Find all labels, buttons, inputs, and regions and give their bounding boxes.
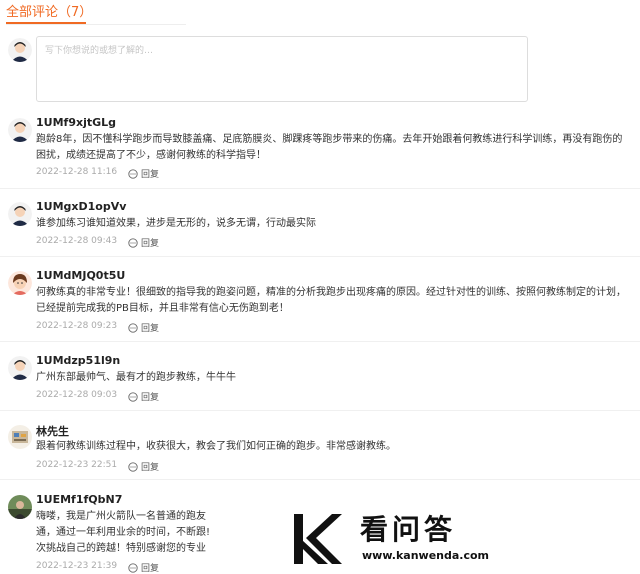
comment-bubble-icon <box>128 322 138 333</box>
watermark-url: www.kanwenda.com <box>362 549 489 562</box>
comment-meta: 2022-12-23 21:39 回复 <box>36 561 159 574</box>
active-tab-indicator <box>6 22 86 24</box>
comment-input[interactable] <box>36 36 528 102</box>
comment-item: 1UMdzp51l9n 广州东部最帅气、最有才的跑步教练，牛牛牛 2022-12… <box>0 354 640 411</box>
comment-composer <box>6 36 530 104</box>
comment-author[interactable]: 林先生 <box>36 423 69 439</box>
user-avatar <box>8 356 32 380</box>
comment-text: 嗨喽，我是广州火箭队一名普通的跑友 通，通过一年利用业余的时间，不断跟! 次挑战… <box>36 511 211 554</box>
comment-meta: 2022-12-28 09:23 回复 <box>36 321 159 334</box>
watermark-title: 看问答 <box>360 513 457 546</box>
comment-bubble-icon <box>128 168 138 179</box>
comment-bubble-icon <box>128 391 138 402</box>
comment-bubble-icon <box>128 237 138 248</box>
comment-text: 谁参加练习谁知道效果，进步是无形的，说多无谓，行动最实际 <box>36 218 316 229</box>
comment-author[interactable]: 1UMf9xjtGLg <box>36 116 116 129</box>
watermark: 看问答 www.kanwenda.com <box>286 496 640 572</box>
comment-author[interactable]: 1UMdzp51l9n <box>36 354 120 367</box>
comment-text: 跑龄8年，因不懂科学跑步而导致膝盖痛、足底筋膜炎、脚踝疼等跑步带来的伤痛。去年开… <box>36 134 623 161</box>
comment-time: 2022-12-28 11:16 <box>36 167 118 177</box>
comment-item: 1UMf9xjtGLg 跑龄8年，因不懂科学跑步而导致膝盖痛、足底筋膜炎、脚踝疼… <box>0 116 640 189</box>
reply-button[interactable]: 回复 <box>128 561 159 574</box>
reply-button[interactable]: 回复 <box>128 167 159 180</box>
comment-time: 2022-12-23 22:51 <box>36 460 118 470</box>
reply-label: 回复 <box>141 393 160 403</box>
comment-bubble-icon <box>128 461 138 472</box>
reply-label: 回复 <box>141 324 160 334</box>
reply-button[interactable]: 回复 <box>128 236 159 249</box>
comment-time: 2022-12-28 09:43 <box>36 236 118 246</box>
comment-meta: 2022-12-28 11:16 回复 <box>36 167 159 180</box>
comment-bubble-icon <box>128 562 138 573</box>
current-user-avatar <box>8 38 32 62</box>
comment-meta: 2022-12-28 09:43 回复 <box>36 236 159 249</box>
comment-item: 1UMgxD1opVv 谁参加练习谁知道效果，进步是无形的，说多无谓，行动最实际… <box>0 200 640 257</box>
user-avatar <box>8 495 32 519</box>
comment-item: 林先生 跟着何教练训练过程中，收获很大，教会了我们如何正确的跑步。非常感谢教练。… <box>0 423 640 480</box>
user-avatar <box>8 271 32 295</box>
comment-author[interactable]: 1UEMf1fQbN7 <box>36 493 122 506</box>
comment-text: 跟着何教练训练过程中，收获很大，教会了我们如何正确的跑步。非常感谢教练。 <box>36 441 396 452</box>
reply-button[interactable]: 回复 <box>128 460 159 473</box>
reply-label: 回复 <box>141 463 160 473</box>
comment-author[interactable]: 1UMgxD1opVv <box>36 200 126 213</box>
comment-meta: 2022-12-28 09:03 回复 <box>36 390 159 403</box>
kanwenda-logo-icon <box>294 514 342 564</box>
comment-author[interactable]: 1UMdMJQ0t5U <box>36 269 125 282</box>
reply-label: 回复 <box>141 239 160 249</box>
comment-tabs: 全部评论（7） <box>6 4 186 25</box>
comment-meta: 2022-12-23 22:51 回复 <box>36 460 159 473</box>
comment-item: 1UMdMJQ0t5U 何教练真的非常专业！很细致的指导我的跑姿问题，精准的分析… <box>0 269 640 342</box>
user-avatar <box>8 118 32 142</box>
comment-text: 何教练真的非常专业！很细致的指导我的跑姿问题，精准的分析我跑步出现疼痛的原因。经… <box>36 287 626 314</box>
reply-label: 回复 <box>141 170 160 180</box>
comment-time: 2022-12-28 09:23 <box>36 321 118 331</box>
user-avatar <box>8 425 32 449</box>
user-avatar <box>8 202 32 226</box>
reply-button[interactable]: 回复 <box>128 390 159 403</box>
tab-all-comments[interactable]: 全部评论（7） <box>6 4 92 22</box>
reply-button[interactable]: 回复 <box>128 321 159 334</box>
reply-label: 回复 <box>141 564 160 574</box>
comment-time: 2022-12-28 09:03 <box>36 390 118 400</box>
comment-time: 2022-12-23 21:39 <box>36 561 118 571</box>
comment-text: 广州东部最帅气、最有才的跑步教练，牛牛牛 <box>36 372 236 383</box>
